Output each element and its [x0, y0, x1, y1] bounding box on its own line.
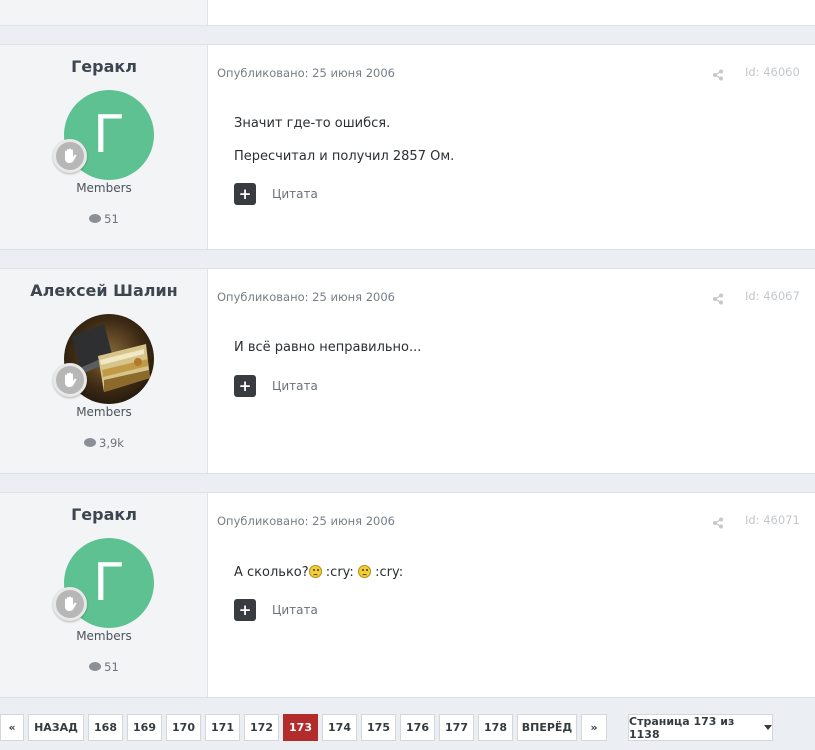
post-content: А сколько? :cry: :cry: [234, 565, 403, 599]
comment-icon [84, 438, 97, 447]
post-text-line: И всё равно неправильно... [234, 340, 422, 355]
page-168[interactable]: 168 [88, 714, 123, 741]
post-id: Id: 46071 [745, 513, 800, 527]
first-page-button[interactable]: « [0, 714, 24, 741]
comment-icon [89, 214, 102, 223]
page-178[interactable]: 178 [478, 714, 513, 741]
post-content: Значит где-то ошибся. Пересчитал и получ… [234, 117, 454, 183]
post-id: Id: 46067 [745, 289, 800, 303]
page-175[interactable]: 175 [361, 714, 396, 741]
rank-badge-icon [53, 139, 87, 173]
post-date[interactable]: Опубликовано: 25 июня 2006 [217, 66, 395, 80]
pagination: « НАЗАД 168 169 170 171 172 173 174 175 … [0, 714, 611, 741]
plus-icon[interactable]: + [234, 183, 256, 205]
post-46067: Алексей Шалин Members 3,9k Опубликовано:… [0, 268, 815, 474]
post-id: Id: 46060 [745, 65, 800, 79]
page-169[interactable]: 169 [127, 714, 162, 741]
quote-button[interactable]: Цитата [272, 187, 318, 201]
previous-post-author-panel [0, 0, 208, 25]
quote-button[interactable]: Цитата [272, 603, 318, 617]
page-174[interactable]: 174 [322, 714, 357, 741]
previous-post-stub [0, 0, 815, 26]
page-173-current[interactable]: 173 [283, 714, 318, 741]
prev-page-button[interactable]: НАЗАД [28, 714, 84, 741]
post-date[interactable]: Опубликовано: 25 июня 2006 [217, 290, 395, 304]
author-name[interactable]: Геракл [0, 505, 208, 524]
author-name[interactable]: Алексей Шалин [0, 281, 208, 300]
rank-badge-icon [53, 363, 87, 397]
post-text: :cry: [325, 565, 354, 580]
post-46071: Геракл Г Members 51 Опубликовано: 25 июн… [0, 492, 815, 698]
post-text-line: Пересчитал и получил 2857 Ом. [234, 149, 455, 164]
plus-icon[interactable]: + [234, 375, 256, 397]
page-171[interactable]: 171 [205, 714, 240, 741]
post-text-line: Значит где-то ошибся. [234, 116, 391, 131]
comment-icon [89, 662, 102, 671]
author-name[interactable]: Геракл [0, 57, 208, 76]
post-count-value: 51 [104, 660, 119, 674]
page-172[interactable]: 172 [244, 714, 279, 741]
plus-icon[interactable]: + [234, 599, 256, 621]
post-count: 51 [0, 660, 208, 674]
post-actions: + Цитата [234, 183, 318, 205]
share-icon[interactable] [712, 290, 724, 309]
page-jump-label: Страница 173 из 1138 [629, 714, 735, 741]
author-panel: Геракл Г Members 51 [0, 493, 208, 697]
post-46060: Геракл Г Members 51 Опубликовано: 25 июн… [0, 44, 815, 250]
share-icon[interactable] [712, 514, 724, 533]
post-count: 3,9k [0, 436, 208, 450]
post-actions: + Цитата [234, 375, 318, 397]
post-content: И всё равно неправильно... [234, 341, 421, 374]
post-date[interactable]: Опубликовано: 25 июня 2006 [217, 514, 395, 528]
post-count-value: 51 [104, 212, 119, 226]
quote-button[interactable]: Цитата [272, 379, 318, 393]
caret-down-icon [764, 725, 772, 730]
member-group: Members [76, 181, 132, 195]
rank-badge-icon [53, 587, 87, 621]
member-group: Members [76, 405, 132, 419]
next-page-button[interactable]: ВПЕРЁД [517, 714, 577, 741]
share-icon[interactable] [712, 66, 724, 85]
sad-emoji-icon [357, 565, 371, 578]
post-text: А сколько? [234, 565, 309, 580]
page-177[interactable]: 177 [439, 714, 474, 741]
author-panel: Геракл Г Members 51 [0, 45, 208, 249]
post-text-line: А сколько? :cry: :cry: [234, 565, 403, 580]
sad-emoji-icon [308, 565, 322, 578]
page-176[interactable]: 176 [400, 714, 435, 741]
last-page-button[interactable]: » [581, 714, 607, 741]
post-count: 51 [0, 212, 208, 226]
page-170[interactable]: 170 [166, 714, 201, 741]
author-panel: Алексей Шалин Members 3,9k [0, 269, 208, 473]
member-group: Members [76, 629, 132, 643]
post-text: :cry: [375, 565, 404, 580]
post-actions: + Цитата [234, 599, 318, 621]
page-jump-dropdown[interactable]: Страница 173 из 1138 [628, 714, 773, 741]
post-count-value: 3,9k [99, 436, 124, 450]
